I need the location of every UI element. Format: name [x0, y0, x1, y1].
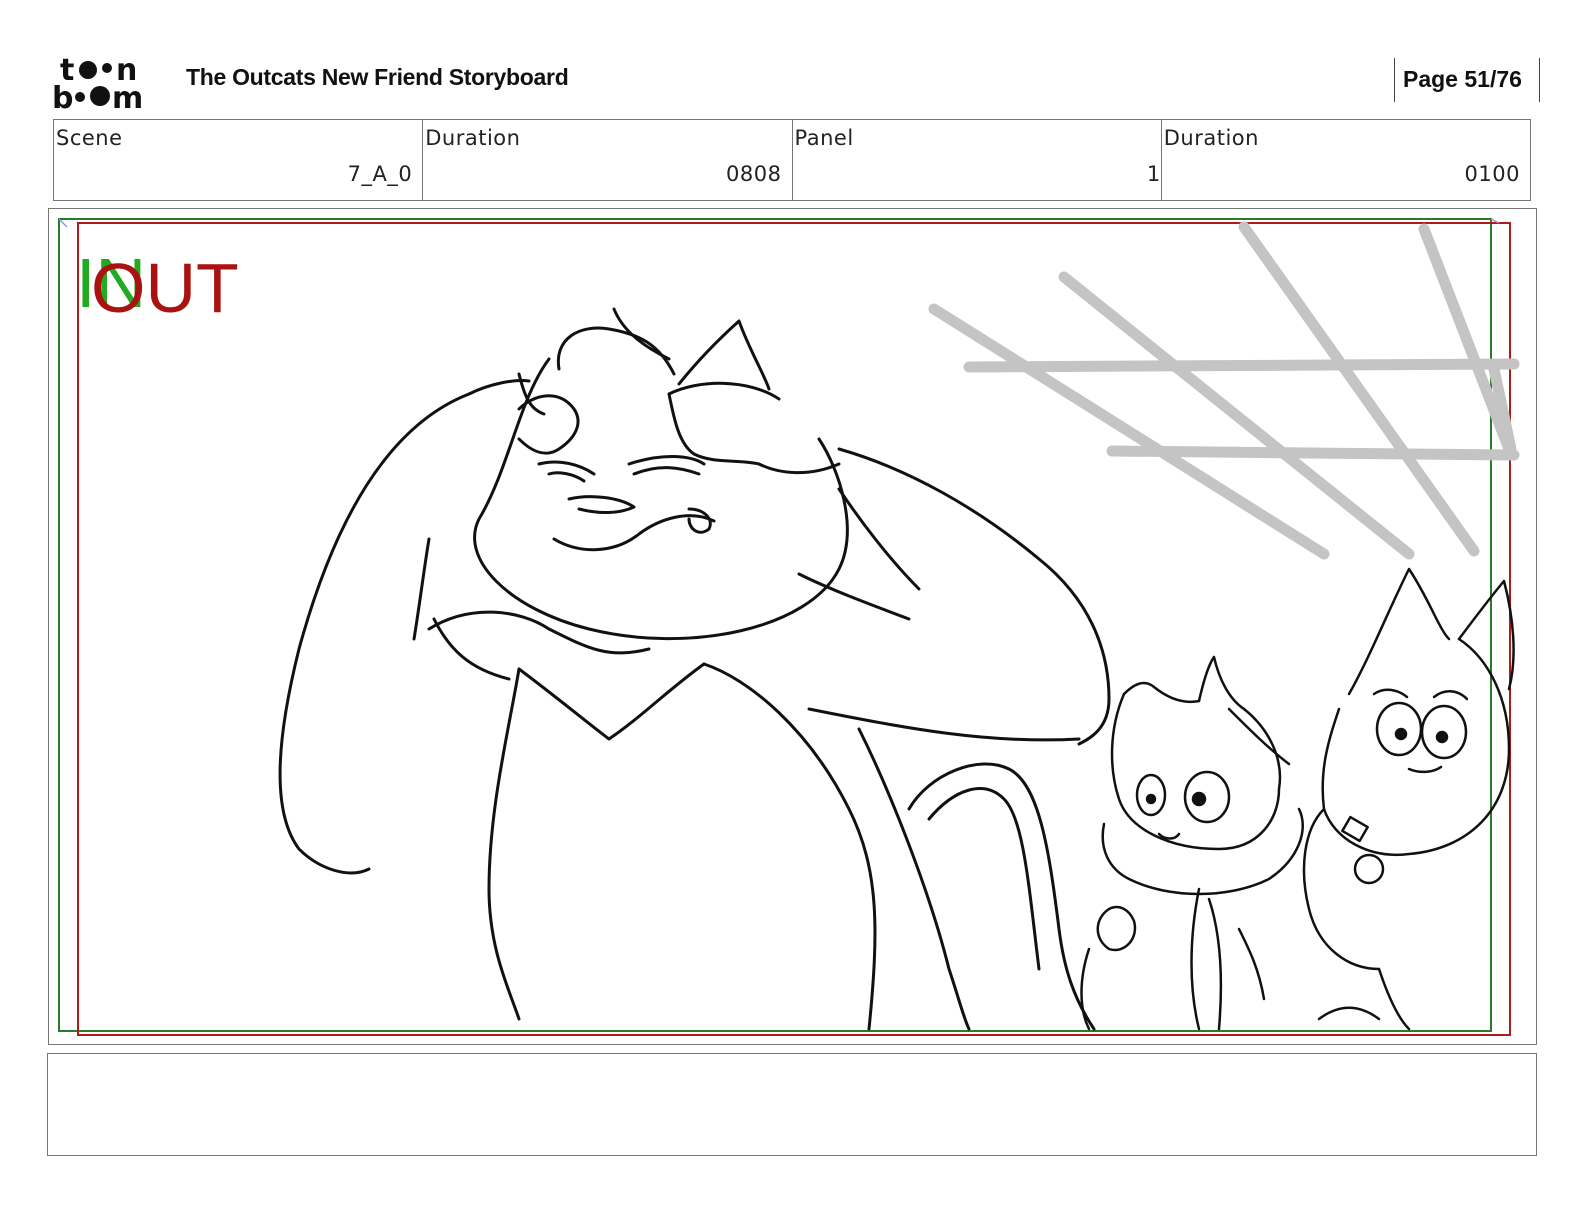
panel-label: Panel	[794, 126, 854, 150]
scene-value: 7_A_0	[347, 162, 413, 186]
panel-duration-cell: Duration 0100	[1160, 120, 1530, 200]
out-label: OUT	[91, 249, 239, 327]
panel-duration-label: Duration	[1163, 126, 1259, 150]
storyboard-panel: IN OUT	[48, 208, 1537, 1045]
big-cat-sketch	[278, 307, 1111, 1031]
small-cat-sketch	[1080, 655, 1304, 1031]
panel-cell: Panel 1	[791, 120, 1161, 200]
svg-text:m: m	[112, 81, 143, 112]
scene-info-table: Scene 7_A_0 Duration 0808 Panel 1 Durati…	[53, 119, 1531, 201]
in-frame	[58, 218, 1492, 1032]
scene-duration-cell: Duration 0808	[422, 120, 791, 200]
svg-text:b: b	[52, 81, 73, 112]
tall-cat-sketch	[1207, 567, 1515, 1031]
panel-caption-box	[47, 1053, 1537, 1156]
toonboom-logo: t n b m	[52, 53, 143, 112]
panel-value: 1	[1146, 162, 1161, 186]
scene-duration-value: 0808	[726, 162, 782, 186]
document-title: The Outcats New Friend Storyboard	[186, 64, 569, 90]
out-frame	[77, 222, 1511, 1036]
page-indicator: Page 51/76	[1394, 58, 1540, 102]
background-window-sketch	[928, 221, 1520, 560]
panel-artwork: IN OUT	[58, 218, 1520, 1036]
scene-label: Scene	[56, 126, 123, 150]
panel-duration-value: 0100	[1464, 162, 1520, 186]
scene-duration-label: Duration	[425, 126, 521, 150]
scene-cell: Scene 7_A_0	[54, 120, 422, 200]
page-number: Page 51/76	[1403, 66, 1522, 92]
